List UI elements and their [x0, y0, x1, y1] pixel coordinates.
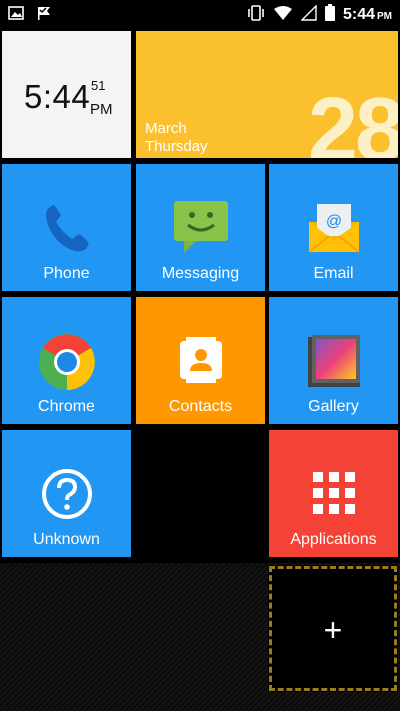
tile-email-label: Email — [313, 265, 354, 282]
email-icon: @ — [305, 200, 363, 259]
tile-messaging-label: Messaging — [161, 265, 240, 282]
add-tile-button[interactable]: + — [268, 565, 398, 692]
messaging-icon — [172, 199, 230, 260]
tile-gallery-label: Gallery — [308, 398, 359, 415]
chrome-icon — [38, 333, 96, 396]
clock-time: 5:44 — [24, 78, 91, 115]
date-widget[interactable]: 28 March Thursday — [136, 31, 398, 158]
signal-icon — [300, 3, 317, 26]
tile-contacts-label: Contacts — [168, 398, 233, 415]
contacts-icon — [178, 335, 224, 388]
tile-messaging[interactable]: Messaging — [136, 164, 265, 291]
tile-unknown[interactable]: Unknown — [2, 430, 131, 557]
battery-icon — [324, 4, 335, 26]
date-weekday: Thursday — [145, 138, 208, 155]
app-grid-icon — [312, 472, 355, 519]
tile-unknown-label: Unknown — [33, 531, 100, 548]
tile-contacts[interactable]: Contacts — [136, 297, 265, 424]
date-month: March — [145, 120, 187, 137]
status-time-value: 5:44 — [342, 6, 375, 23]
status-bar: 5:44 PM — [0, 0, 400, 29]
add-tile-plus: + — [323, 612, 343, 648]
gallery-icon — [306, 333, 362, 394]
clock-seconds: 51 — [91, 78, 106, 93]
svg-text:@: @ — [325, 213, 341, 230]
check-flag-icon — [36, 5, 52, 26]
status-time: 5:44 PM — [343, 6, 392, 24]
tile-phone[interactable]: Phone — [2, 164, 131, 291]
tile-phone-label: Phone — [43, 265, 90, 282]
tile-applications[interactable]: Applications — [269, 430, 398, 557]
clock-ampm: PM — [90, 101, 113, 118]
question-icon — [41, 468, 93, 525]
tile-chrome[interactable]: Chrome — [2, 297, 131, 424]
tile-gallery[interactable]: Gallery — [269, 297, 398, 424]
tile-chrome-label: Chrome — [38, 398, 95, 415]
tile-applications-label: Applications — [290, 531, 377, 548]
tile-email[interactable]: @ Email — [269, 164, 398, 291]
phone-icon — [40, 200, 94, 259]
vibrate-icon — [247, 4, 265, 26]
image-icon — [8, 6, 24, 25]
clock-widget[interactable]: 5:44 51 PM — [2, 31, 131, 158]
wifi-icon — [273, 5, 293, 26]
status-time-ampm: PM — [377, 11, 392, 22]
date-day-number: 28 — [307, 80, 398, 158]
